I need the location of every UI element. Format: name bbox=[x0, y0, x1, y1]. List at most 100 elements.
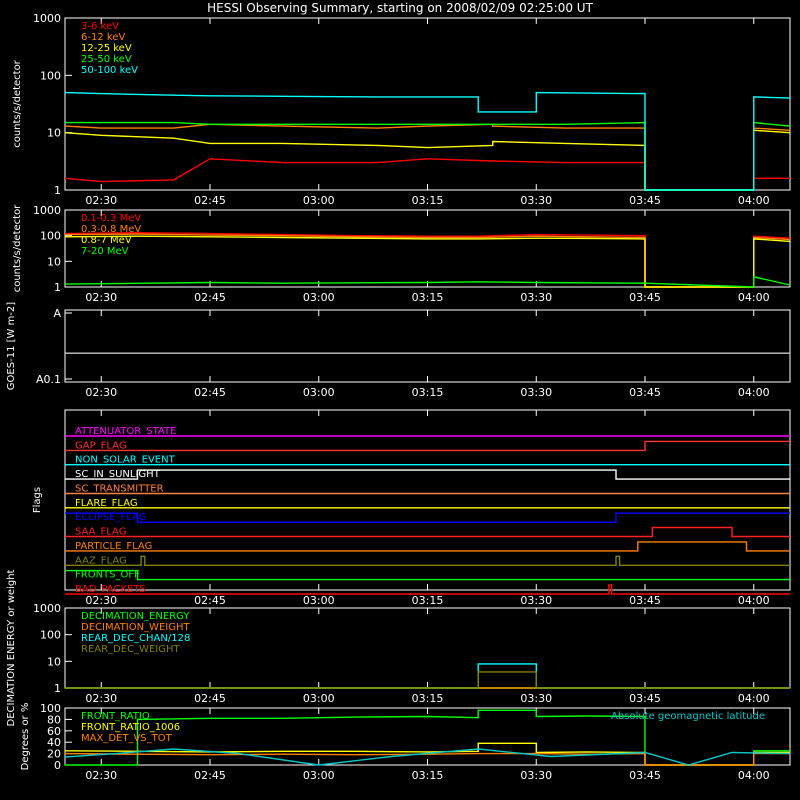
panel-3-xtick-label: 02:30 bbox=[85, 594, 117, 607]
panel-1-series-2-line bbox=[64, 235, 791, 288]
panel-1-ytick-label: 1 bbox=[54, 281, 61, 294]
panel-4-xtick-label: 03:00 bbox=[303, 692, 335, 705]
panel-5-legend-1: FRONT_RATIO_1006 bbox=[81, 722, 180, 733]
panel-2-ytick-label: A0.1 bbox=[36, 373, 61, 386]
panel-1-ylabel: counts/s/detector bbox=[12, 204, 23, 292]
panel-5-ytick-label: 100 bbox=[40, 702, 61, 715]
panel-3-ylabel: Flags bbox=[32, 487, 43, 513]
panel-3-flag-11-label: BAD_PACKETS bbox=[75, 584, 146, 595]
panel-0-series-2-line bbox=[64, 129, 791, 191]
panel-4-ytick-label: 10 bbox=[47, 655, 61, 668]
panel-0-xtick-label: 03:15 bbox=[412, 194, 444, 207]
panel-2-ytick-label: A bbox=[53, 307, 61, 320]
panel-4-ytick-label: 1 bbox=[54, 682, 61, 695]
panel-5-xtick-label: 03:15 bbox=[412, 769, 444, 782]
panel-3-frame bbox=[64, 409, 791, 591]
panel-1-xtick-label: 03:45 bbox=[629, 291, 661, 304]
panel-1-series-0-line bbox=[64, 231, 791, 288]
panel-3-flag-1-line bbox=[65, 440, 790, 452]
panel-5-xtick-label: 02:45 bbox=[194, 769, 226, 782]
panel-2-ylabel: GOES-11 [W m-2] bbox=[6, 302, 17, 390]
panel-5-legend-2: MAX_DET_VS_TOT bbox=[81, 733, 173, 744]
panel-4-ytick-label: 1000 bbox=[33, 602, 61, 615]
panel-0-legend-3: 25-50 keV bbox=[81, 54, 132, 65]
panel-5-annotation: Absolute geomagnetic latitude bbox=[611, 711, 765, 722]
panel-0-ylabel: counts/s/detector bbox=[12, 59, 23, 147]
chart-title: HESSI Observing Summary, starting on 200… bbox=[207, 1, 593, 15]
panel-0-xtick-label: 03:30 bbox=[520, 194, 552, 207]
panel-1-xtick-label: 02:45 bbox=[194, 291, 226, 304]
panel-3-flag-10-line bbox=[65, 569, 790, 581]
panel-5-ytick-label: 60 bbox=[47, 725, 61, 738]
panel-2-xtick-label: 02:30 bbox=[85, 386, 117, 399]
panel-2-xtick-label: 03:00 bbox=[303, 386, 335, 399]
panel-4-ytick-label: 100 bbox=[40, 629, 61, 642]
panel-3-flag-4-label: SC_TRANSMITTER bbox=[75, 483, 164, 494]
panel-0-xtick-label: 04:00 bbox=[738, 194, 770, 207]
panel-3-flag-8-label: PARTICLE_FLAG bbox=[75, 541, 152, 552]
panel-5-legend-0: FRONT_RATIO bbox=[81, 711, 150, 722]
panel-1-ytick-label: 10 bbox=[47, 255, 61, 268]
panel-0-frame bbox=[64, 17, 791, 191]
panel-3-flag-3-label: SC_IN_SUNLIGHT bbox=[75, 469, 161, 480]
panel-3-flag-6-label: ECLIPSE_FLAG bbox=[75, 512, 146, 523]
panel-4-legend-3: REAR_DEC_WEIGHT bbox=[81, 644, 180, 655]
panel-1-xtick-label: 03:30 bbox=[520, 291, 552, 304]
panel-0-legend-1: 6-12 keV bbox=[81, 32, 125, 43]
panel-3-flag-10-label: FRONTS_OFF bbox=[75, 570, 140, 581]
panel-3-flag-2-label: NON_SOLAR_EVENT bbox=[75, 455, 176, 466]
panel-5-xtick-label: 02:30 bbox=[85, 769, 117, 782]
panel-3-flag-9-label: AAZ_FLAG bbox=[75, 555, 127, 566]
panel-4-ylabel: DECIMATION ENERGY or weight bbox=[6, 569, 17, 726]
panel-5-ylabel: Degrees or % bbox=[20, 703, 31, 771]
panel-1-xtick-label: 04:00 bbox=[738, 291, 770, 304]
panel-3-flag-1-label: GAP_FLAG bbox=[75, 440, 127, 451]
panel-5-xtick-label: 04:00 bbox=[738, 769, 770, 782]
panel-3-flag-0-label: ATTENUATOR_STATE bbox=[75, 426, 176, 437]
panel-0-ytick-label: 100 bbox=[40, 69, 61, 82]
panel-2-xtick-label: 03:30 bbox=[520, 386, 552, 399]
panel-3-xtick-label: 04:00 bbox=[738, 594, 770, 607]
panel-3-xtick-label: 02:45 bbox=[194, 594, 226, 607]
panel-2-xtick-label: 04:00 bbox=[738, 386, 770, 399]
panel-0-series-4-line bbox=[64, 91, 791, 191]
panel-2-frame bbox=[64, 309, 791, 383]
panel-5-xtick-label: 03:30 bbox=[520, 769, 552, 782]
panel-3-flag-5-label: FLARE_FLAG bbox=[75, 498, 138, 509]
panel-4-xtick-label: 02:30 bbox=[85, 692, 117, 705]
panel-3-flag-3-line bbox=[65, 469, 790, 480]
panel-4-xtick-label: 02:45 bbox=[194, 692, 226, 705]
panel-1-xtick-label: 03:15 bbox=[412, 291, 444, 304]
hessi-figure: HESSI Observing Summary, starting on 200… bbox=[6, 1, 791, 782]
panel-0-ytick-label: 1 bbox=[54, 184, 61, 197]
panel-3-xtick-label: 03:45 bbox=[629, 594, 661, 607]
panel-1-legend-3: 7-20 MeV bbox=[81, 246, 129, 257]
panel-4-legend-1: DECIMATION_WEIGHT bbox=[81, 622, 190, 633]
panel-4-legend-2: REAR_DEC_CHAN/128 bbox=[81, 633, 190, 644]
panel-0-ytick-label: 1000 bbox=[33, 12, 61, 25]
panel-0-xtick-label: 03:00 bbox=[303, 194, 335, 207]
panel-1-frame bbox=[64, 209, 791, 288]
panel-1-legend-0: 0.1-0.3 MeV bbox=[81, 213, 141, 224]
panel-0-legend-4: 50-100 keV bbox=[81, 65, 138, 76]
panel-5-xtick-label: 03:45 bbox=[629, 769, 661, 782]
panel-2-xtick-label: 03:15 bbox=[412, 386, 444, 399]
panel-3-xtick-label: 03:15 bbox=[412, 594, 444, 607]
panel-5-ytick-label: 80 bbox=[47, 713, 61, 726]
panel-4-xtick-label: 03:45 bbox=[629, 692, 661, 705]
panel-0-ytick-label: 10 bbox=[47, 127, 61, 140]
panel-1-xtick-label: 02:30 bbox=[85, 291, 117, 304]
panel-4-xtick-label: 03:15 bbox=[412, 692, 444, 705]
panel-5-ytick-label: 40 bbox=[47, 736, 61, 749]
panel-4-legend-0: DECIMATION_ENERGY bbox=[81, 611, 190, 622]
panel-1-ytick-label: 1000 bbox=[33, 204, 61, 217]
panel-3-xtick-label: 03:30 bbox=[520, 594, 552, 607]
panel-3-flag-6-line bbox=[65, 512, 790, 523]
panel-0-xtick-label: 02:45 bbox=[194, 194, 226, 207]
panel-0-xtick-label: 03:45 bbox=[629, 194, 661, 207]
panel-5-ytick-label: 0 bbox=[54, 759, 61, 772]
panel-3-flag-9-line bbox=[65, 555, 790, 566]
panel-5-xtick-label: 03:00 bbox=[303, 769, 335, 782]
panel-3-flag-7-label: SAA_FLAG bbox=[75, 527, 126, 538]
panel-5-ytick-label: 20 bbox=[47, 748, 61, 761]
